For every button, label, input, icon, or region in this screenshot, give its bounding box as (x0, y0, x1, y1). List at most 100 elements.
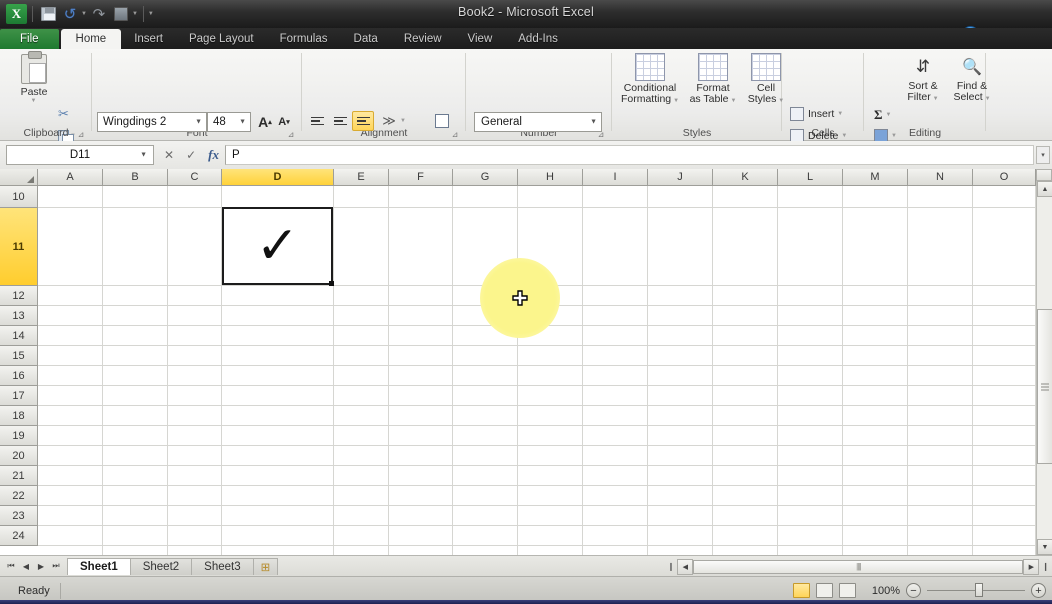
cancel-formula-icon[interactable]: ✕ (164, 148, 174, 162)
tab-review[interactable]: Review (391, 30, 455, 49)
paste-dropdown-icon[interactable]: ▼ (9, 98, 58, 104)
font-size-input[interactable]: 48 ▼ (207, 112, 251, 132)
zoom-out-button[interactable]: − (906, 583, 921, 598)
row-header-11[interactable]: 11 (0, 208, 38, 286)
column-header-L[interactable]: L (778, 169, 843, 186)
insert-worksheet-button[interactable]: ⊞ (252, 557, 279, 575)
next-sheet-button[interactable]: ▶ (34, 559, 48, 574)
column-header-M[interactable]: M (843, 169, 908, 186)
sheet-tab-sheet2[interactable]: Sheet2 (129, 557, 193, 575)
number-format-dropdown-icon[interactable]: ▼ (590, 119, 597, 126)
row-header-16[interactable]: 16 (0, 366, 38, 386)
row-header-13[interactable]: 13 (0, 306, 38, 326)
number-format-select[interactable]: General ▼ (474, 112, 602, 132)
zoom-in-button[interactable]: + (1031, 583, 1046, 598)
top-align-button[interactable] (306, 111, 328, 131)
select-all-button[interactable] (0, 169, 38, 186)
row-header-10[interactable]: 10 (0, 186, 38, 208)
orientation-dropdown-icon[interactable]: ▼ (400, 118, 406, 124)
tab-data[interactable]: Data (341, 30, 391, 49)
prev-sheet-button[interactable]: ◀ (19, 559, 33, 574)
sheet-tab-sheet3[interactable]: Sheet3 (191, 557, 254, 575)
enter-formula-icon[interactable]: ✓ (186, 148, 196, 162)
horizontal-scrollbar[interactable]: ❙ ◀ |||| ▶ ❙ (665, 556, 1052, 577)
view-normal-button[interactable] (793, 583, 810, 598)
row-header-18[interactable]: 18 (0, 406, 38, 426)
conditional-formatting-button[interactable]: Conditional Formatting ▼ (617, 53, 683, 107)
insert-cells-button[interactable]: Insert ▼ (790, 107, 843, 121)
row-header-20[interactable]: 20 (0, 446, 38, 466)
tab-page-layout[interactable]: Page Layout (176, 30, 267, 49)
vertical-scrollbar[interactable]: ▲ ▼ (1036, 169, 1052, 555)
name-box[interactable]: D11 ▼ (6, 145, 154, 165)
middle-align-button[interactable] (329, 111, 351, 131)
name-box-dropdown-icon[interactable]: ▼ (140, 152, 147, 159)
column-header-A[interactable]: A (38, 169, 103, 186)
column-header-E[interactable]: E (334, 169, 389, 186)
row-header-21[interactable]: 21 (0, 466, 38, 486)
view-page-layout-button[interactable] (816, 583, 833, 598)
horizontal-split-handle-right[interactable]: ❙ (1039, 562, 1052, 571)
tab-view[interactable]: View (455, 30, 506, 49)
row-header-23[interactable]: 23 (0, 506, 38, 526)
fill-handle[interactable] (329, 281, 334, 286)
row-header-15[interactable]: 15 (0, 346, 38, 366)
shrink-font-button[interactable]: A ▾ (274, 112, 294, 132)
column-header-B[interactable]: B (103, 169, 168, 186)
column-header-N[interactable]: N (908, 169, 973, 186)
sheet-tab-sheet1[interactable]: Sheet1 (67, 557, 131, 575)
column-header-K[interactable]: K (713, 169, 778, 186)
scroll-up-button[interactable]: ▲ (1037, 181, 1052, 197)
vertical-scroll-thumb[interactable] (1037, 309, 1052, 464)
grow-font-button[interactable]: A ▴ (255, 112, 275, 132)
horizontal-split-handle[interactable]: ❙ (665, 562, 678, 571)
tab-formulas[interactable]: Formulas (267, 30, 341, 49)
autosum-button[interactable]: Σ ▼ (874, 107, 891, 123)
tab-insert[interactable]: Insert (121, 30, 176, 49)
tab-file[interactable]: File (0, 29, 59, 49)
scroll-right-button[interactable]: ▶ (1023, 558, 1040, 575)
column-header-O[interactable]: O (973, 169, 1036, 186)
column-header-J[interactable]: J (648, 169, 713, 186)
font-size-dropdown-icon[interactable]: ▼ (239, 119, 246, 126)
clipboard-dialog-launcher[interactable]: ⊿ (76, 129, 86, 139)
format-as-table-button[interactable]: Format as Table ▼ (685, 53, 741, 107)
find-select-button[interactable]: 🔍 Find & Select ▼ (947, 53, 997, 105)
view-page-break-button[interactable] (839, 583, 856, 598)
paste-button[interactable]: Paste ▼ (9, 51, 58, 104)
row-header-24[interactable]: 24 (0, 526, 38, 546)
cut-button[interactable]: ✂ (58, 105, 76, 122)
font-name-dropdown-icon[interactable]: ▼ (195, 119, 202, 126)
zoom-slider-thumb[interactable] (975, 583, 983, 597)
column-header-F[interactable]: F (389, 169, 453, 186)
first-sheet-button[interactable]: ⏮ (4, 559, 18, 574)
row-header-12[interactable]: 12 (0, 286, 38, 306)
zoom-level-label[interactable]: 100% (862, 585, 900, 597)
tab-home[interactable]: Home (60, 29, 122, 49)
vertical-split-handle[interactable] (1036, 169, 1052, 181)
column-header-C[interactable]: C (168, 169, 222, 186)
column-header-D[interactable]: D (222, 169, 334, 186)
insert-function-icon[interactable]: fx (208, 147, 219, 163)
font-name-input[interactable]: Wingdings 2 ▼ (97, 112, 207, 132)
column-header-G[interactable]: G (453, 169, 518, 186)
formula-input[interactable]: P (224, 145, 1034, 165)
row-header-17[interactable]: 17 (0, 386, 38, 406)
orientation-button[interactable]: ≫ (378, 111, 400, 131)
row-header-22[interactable]: 22 (0, 486, 38, 506)
last-sheet-button[interactable]: ⏭ (49, 559, 63, 574)
column-header-I[interactable]: I (583, 169, 648, 186)
expand-formula-bar-icon[interactable]: ▾ (1036, 146, 1050, 164)
bottom-align-button[interactable] (352, 111, 374, 131)
row-header-14[interactable]: 14 (0, 326, 38, 346)
selected-cell-D11[interactable]: ✓ (222, 207, 334, 286)
zoom-slider[interactable] (927, 583, 1025, 597)
column-header-H[interactable]: H (518, 169, 583, 186)
scroll-down-button[interactable]: ▼ (1037, 539, 1052, 555)
wrap-text-button[interactable] (430, 110, 454, 132)
horizontal-scroll-thumb[interactable]: |||| (693, 559, 1024, 574)
scroll-left-button[interactable]: ◀ (677, 558, 694, 575)
sort-filter-button[interactable]: ⇵ Sort & Filter ▼ (900, 53, 946, 105)
cells-area[interactable]: ✓ (38, 186, 1036, 555)
row-header-19[interactable]: 19 (0, 426, 38, 446)
